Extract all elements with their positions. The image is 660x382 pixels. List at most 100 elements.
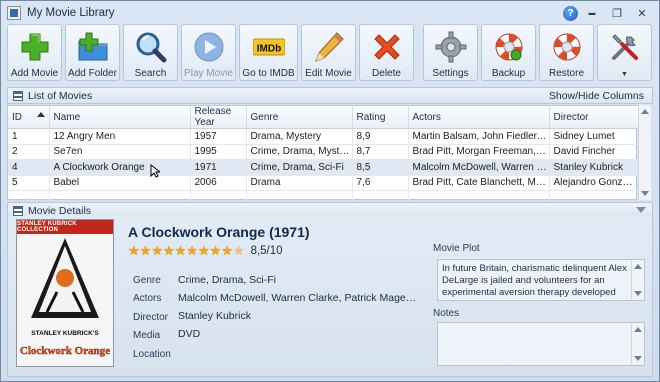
table-row-selected[interactable]: 4 A Clockwork Orange 1971 Crime, Drama, … (8, 159, 639, 176)
add-folder-button[interactable]: Add Folder (65, 24, 120, 81)
go-to-imdb-label: Go to IMDB (242, 68, 295, 79)
movie-plot-textbox[interactable]: In future Britain, charismatic delinquen… (437, 259, 645, 301)
column-header-genre[interactable]: Genre (246, 106, 353, 129)
star-icon: ★ (128, 243, 140, 258)
grid-scrollbar[interactable] (638, 105, 651, 200)
restore-button[interactable]: Restore (539, 24, 594, 81)
go-to-imdb-button[interactable]: IMDb Go to IMDB (239, 24, 298, 81)
cell-year: 1995 (190, 144, 247, 160)
movie-details: STANLEY KUBRICK COLLECTION STANLEY KUBRI… (7, 216, 653, 377)
search-button[interactable]: Search (123, 24, 178, 81)
table-row[interactable]: 5 Babel 2006 Drama 7,6 Brad Pitt, Cate B… (8, 175, 639, 191)
window-controls: ? ▬ ❐ ✕ (563, 5, 653, 21)
cell-rating: 8,7 (352, 144, 409, 160)
help-button[interactable]: ? (563, 5, 578, 21)
list-icon (13, 90, 23, 101)
cell-genre: Drama, Mystery (246, 128, 353, 145)
star-icon: ★ (174, 243, 187, 258)
edit-movie-button[interactable]: Edit Movie (301, 24, 356, 81)
close-button[interactable]: ✕ (631, 5, 653, 21)
notes-label: Notes (433, 308, 460, 319)
list-panel-header: List of Movies Show/Hide Columns (7, 87, 653, 104)
notes-scrollbar[interactable] (631, 323, 644, 365)
imdb-logo-text: IMDb (256, 44, 280, 55)
poster-credit: STANLEY KUBRICK'S (31, 330, 99, 337)
cell-director: Stanley Kubrick (549, 159, 639, 176)
sort-ascending-icon (36, 112, 45, 117)
tools-icon (609, 31, 641, 63)
cell-rating: 8,9 (352, 128, 409, 145)
cell-actors: Martin Balsam, John Fiedler, Lee J... (408, 128, 550, 145)
cell-id: 2 (8, 144, 50, 160)
column-header-actors[interactable]: Actors (408, 106, 550, 129)
director-label: Director (133, 312, 169, 323)
star-icon: ★ (151, 243, 163, 258)
scroll-down-icon[interactable] (634, 356, 642, 361)
red-x-icon (371, 31, 403, 63)
genre-label: Genre (133, 275, 161, 286)
rating-text: 8,5/10 (250, 244, 283, 257)
details-panel-title: Movie Details (28, 204, 92, 217)
header-row: ID Name Release Year Genre Rating Actors… (8, 106, 639, 129)
column-header-name[interactable]: Name (49, 106, 191, 129)
imdb-icon: IMDb (252, 31, 285, 63)
play-movie-label: Play Movie (184, 68, 233, 79)
add-movie-button[interactable]: Add Movie (7, 24, 62, 81)
cell-rating: 7,6 (352, 175, 409, 191)
gear-icon (435, 31, 467, 63)
actors-label: Actors (133, 293, 162, 304)
toolbar: Add Movie Add Folder Search Play Movie I… (7, 24, 652, 81)
movie-title: A Clockwork Orange (1971) (128, 224, 310, 240)
column-header-release-year[interactable]: Release Year (190, 106, 247, 129)
plot-scrollbar[interactable] (631, 260, 644, 300)
table-row[interactable]: 1 12 Angry Men 1957 Drama, Mystery 8,9 M… (8, 128, 639, 145)
column-header-id[interactable]: ID (8, 106, 50, 129)
star-half-icon: ★ (232, 243, 245, 258)
star-icon: ★ (162, 243, 175, 258)
cell-genre: Drama (246, 175, 353, 191)
movie-plot-text: In future Britain, charismatic delinquen… (442, 263, 627, 300)
column-header-rating[interactable]: Rating (352, 106, 409, 129)
scroll-down-icon[interactable] (634, 291, 642, 296)
scroll-up-icon[interactable] (634, 327, 642, 332)
notes-textbox[interactable] (437, 322, 645, 366)
lifebuoy-backup-icon (493, 31, 525, 63)
backup-button[interactable]: Backup (481, 24, 536, 81)
restore-button[interactable]: ❐ (606, 5, 628, 21)
movie-grid: ID Name Release Year Genre Rating Actors… (7, 105, 639, 207)
scroll-up-icon[interactable] (634, 264, 642, 269)
lifebuoy-restore-icon (551, 31, 583, 63)
scroll-up-icon[interactable] (641, 109, 649, 114)
settings-button[interactable]: Settings (423, 24, 478, 81)
cell-director: Sidney Lumet (549, 128, 639, 145)
column-header-director[interactable]: Director (549, 106, 639, 129)
star-icon: ★ (221, 243, 233, 258)
movie-table: ID Name Release Year Genre Rating Actors… (8, 106, 639, 207)
scroll-down-icon[interactable] (641, 191, 649, 196)
cell-id: 5 (8, 175, 50, 191)
poster-banner: STANLEY KUBRICK COLLECTION (17, 220, 113, 234)
minimize-button[interactable]: ▬ (581, 5, 603, 21)
restore-label: Restore (548, 68, 584, 79)
cell-year: 1971 (190, 159, 247, 176)
media-label: Media (133, 330, 161, 341)
table-row[interactable]: 2 Se7en 1995 Crime, Drama, Mystery, ... … (8, 144, 639, 160)
cell-genre: Crime, Drama, Mystery, ... (246, 144, 353, 160)
delete-label: Delete (372, 68, 401, 79)
show-hide-columns-link[interactable]: Show/Hide Columns (549, 90, 644, 102)
cell-actors: Brad Pitt, Morgan Freeman, Gwyn... (408, 144, 550, 160)
cell-director: David Fincher (549, 144, 639, 160)
poster-artwork: STANLEY KUBRICK'S Clockwork Orange (20, 238, 110, 357)
cell-id: 1 (8, 128, 50, 145)
magnifier-icon (135, 31, 167, 63)
collapse-chevron-icon[interactable] (636, 207, 646, 213)
cell-name: 12 Angry Men (49, 128, 191, 145)
play-movie-button[interactable]: Play Movie (181, 24, 236, 81)
list-icon (13, 205, 23, 216)
delete-button[interactable]: Delete (359, 24, 414, 81)
media-value: DVD (178, 328, 201, 340)
star-icon: ★ (197, 243, 210, 258)
search-label: Search (134, 68, 167, 79)
star-icon: ★ (139, 243, 152, 258)
tools-dropdown-button[interactable]: ▼ (597, 24, 652, 81)
